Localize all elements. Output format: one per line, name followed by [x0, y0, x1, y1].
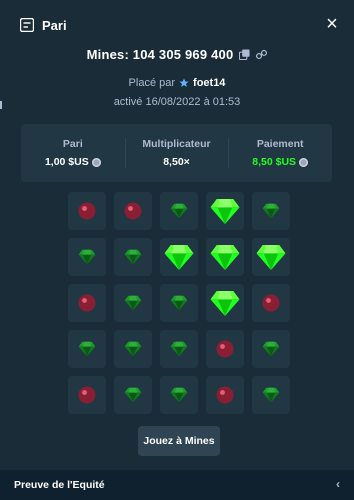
fairness-footer[interactable]: Preuve de l'Equité ‹ [0, 470, 354, 500]
stat-multiplier-label: Multiplicateur [142, 138, 211, 150]
mine-icon [124, 202, 142, 220]
gem-icon [210, 244, 240, 270]
gem-icon [124, 249, 142, 265]
stat-payout-label: Paiement [256, 138, 304, 150]
gem-icon [210, 198, 240, 224]
gem-icon [256, 244, 286, 270]
coin-icon [91, 157, 101, 167]
gem-icon [170, 203, 188, 219]
mine-icon [216, 386, 234, 404]
gem-tile [114, 376, 152, 414]
mine-tile [68, 192, 106, 230]
stat-payout-value: 8,50 $US [252, 156, 297, 168]
gem-tile [252, 330, 290, 368]
gem-tile [252, 376, 290, 414]
stat-bet-label: Pari [62, 138, 83, 150]
gem-tile [252, 192, 290, 230]
bet-id-title: Mines: 104 305 969 400 [86, 47, 234, 62]
gem-tile-revealed [206, 192, 244, 230]
mine-icon [78, 294, 96, 312]
stat-bet-value: 1,00 $US [44, 156, 89, 168]
mine-tile [206, 330, 244, 368]
mine-tile [68, 284, 106, 322]
chevron-left-icon[interactable]: ‹ [336, 477, 340, 491]
bet-stats-panel: Pari 1,00 $US Multiplicateur 8,50× Paiem… [21, 124, 332, 182]
stat-payout-value-row: 8,50 $US [252, 156, 309, 168]
mine-tile [252, 284, 290, 322]
gem-tile [114, 238, 152, 276]
gem-tile [160, 284, 198, 322]
stat-bet: Pari 1,00 $US [21, 124, 125, 182]
gem-tile [160, 376, 198, 414]
gem-icon [124, 341, 142, 357]
mine-tile [206, 376, 244, 414]
gem-tile [68, 330, 106, 368]
mine-tile [68, 376, 106, 414]
mine-tile [114, 192, 152, 230]
gem-icon [170, 295, 188, 311]
stat-multiplier-value: 8,50× [163, 156, 190, 168]
copy-icon[interactable] [239, 49, 250, 60]
placed-by-label: Placé par [128, 77, 176, 89]
gem-tile [160, 192, 198, 230]
gem-tile [114, 330, 152, 368]
modal-header: Pari [0, 0, 354, 50]
gem-icon [170, 341, 188, 357]
gem-tile-revealed [252, 238, 290, 276]
gem-tile-revealed [160, 238, 198, 276]
placed-by-row: Placé par foet14 [0, 77, 354, 89]
bet-date: activé 16/08/2022 à 01:53 [113, 96, 241, 108]
gem-tile [160, 330, 198, 368]
gem-icon [78, 249, 96, 265]
stat-payout: Paiement 8,50 $US [228, 124, 332, 182]
play-mines-button[interactable]: Jouez à Mines [138, 426, 220, 456]
gem-icon [164, 244, 194, 270]
gem-icon [262, 341, 280, 357]
stat-multiplier: Multiplicateur 8,50× [124, 124, 229, 182]
gem-tile [114, 284, 152, 322]
mine-icon [216, 340, 234, 358]
bet-slip-icon [20, 18, 34, 32]
bet-id-row: Mines: 104 305 969 400 [0, 47, 354, 62]
gem-tile [68, 238, 106, 276]
gem-icon [262, 203, 280, 219]
mine-icon [78, 202, 96, 220]
gem-icon [124, 387, 142, 403]
star-user-icon [179, 78, 189, 87]
mine-icon [262, 294, 280, 312]
gem-icon [210, 290, 240, 316]
gem-tile-revealed [206, 238, 244, 276]
coin-icon [299, 157, 309, 167]
gem-icon [170, 387, 188, 403]
username-link[interactable]: foet14 [193, 77, 225, 89]
gem-icon [262, 387, 280, 403]
mine-icon [78, 386, 96, 404]
stat-multiplier-value-row: 8,50× [163, 156, 190, 168]
gem-icon [124, 295, 142, 311]
gem-icon [78, 341, 96, 357]
fairness-label: Preuve de l'Equité [14, 479, 105, 491]
stat-bet-value-row: 1,00 $US [45, 156, 101, 168]
modal-title: Pari [42, 17, 67, 33]
close-button[interactable]: × [322, 14, 342, 34]
link-icon[interactable] [256, 49, 268, 60]
gem-tile-revealed [206, 284, 244, 322]
